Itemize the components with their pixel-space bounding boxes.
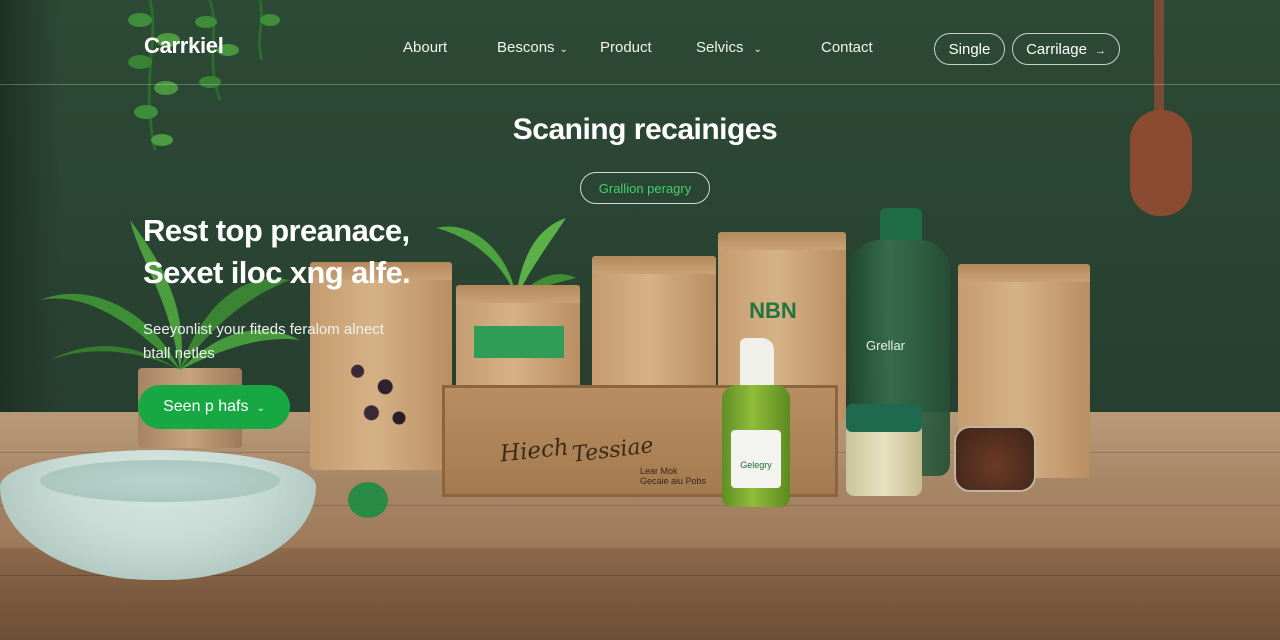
chevron-down-icon: ⌄ — [256, 403, 265, 414]
carrilage-button[interactable]: Carrilage → — [1012, 33, 1120, 65]
top-navbar: Carrkiel Abourt Bescons ⌄ Product Selvics… — [0, 0, 1280, 85]
green-acorn — [348, 482, 388, 518]
hero-tag-button[interactable]: Grallion peragry — [580, 172, 710, 204]
single-button[interactable]: Single — [934, 33, 1005, 65]
nav-item-bescons[interactable]: Bescons ⌄ — [497, 39, 568, 56]
chevron-down-icon: ⌄ — [753, 44, 762, 55]
brand-logo[interactable]: Carrkiel — [144, 33, 224, 59]
nav-item-about[interactable]: Abourt — [403, 39, 447, 56]
jar-lid — [846, 404, 922, 432]
bottle-cap — [880, 208, 922, 244]
nav-item-contact[interactable]: Contact — [821, 39, 873, 56]
spray-pump — [740, 338, 774, 388]
bag-label-green — [474, 326, 564, 358]
spray-label: Gelegry — [731, 430, 781, 488]
nav-item-product[interactable]: Product — [600, 39, 652, 56]
crate-small-text: Lear Mok Gecaie aiu Pobs — [640, 466, 707, 486]
bottle-label-text: Grellar — [866, 338, 906, 353]
hero-title: Scaning recainiges — [512, 113, 778, 146]
cta-button[interactable]: Seen p hafs ⌄ — [138, 385, 290, 429]
glass-jar — [954, 426, 1036, 492]
arrow-right-icon: → — [1094, 45, 1106, 57]
nav-item-services[interactable]: Selvics ⌄ — [696, 39, 762, 56]
hero-headline: Rest top preanace, Sexet iloc xng alfe. — [143, 213, 411, 290]
bag-stamp-text: NBN — [749, 298, 797, 323]
chevron-down-icon: ⌄ — [559, 44, 568, 55]
hero-subtext: Seeyonlist your fiteds feralom alnect bt… — [143, 321, 384, 362]
bowl-inner — [40, 460, 280, 502]
